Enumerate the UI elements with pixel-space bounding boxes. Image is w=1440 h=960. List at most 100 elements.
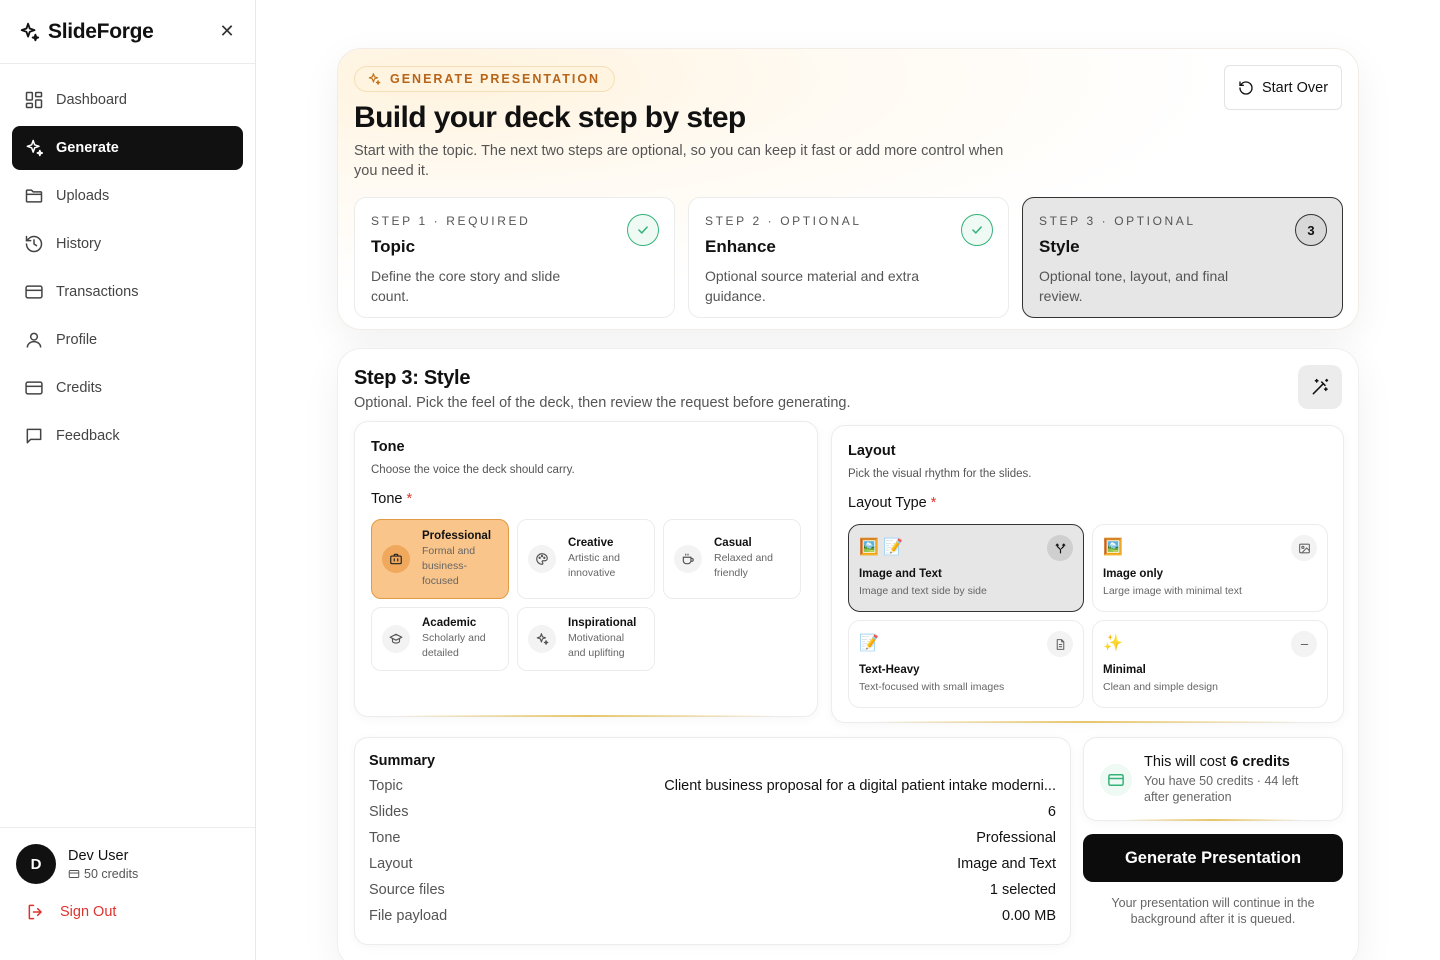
step-desc: Optional tone, layout, and final review. (1039, 268, 1229, 304)
sign-out-button[interactable]: Sign Out (16, 902, 239, 922)
step-card-style[interactable]: STEP 3 · OPTIONAL Style Optional tone, l… (1022, 197, 1343, 318)
card-accent-line (1124, 819, 1302, 821)
layout-option-title: Image and Text (859, 568, 942, 580)
tone-option-casual[interactable]: Casual Relaxed and friendly (663, 519, 801, 599)
sidebar-footer: D Dev User 50 credits Sign Out (0, 827, 255, 960)
layout-option-image-only[interactable]: 🖼️ Image only Large image with minimal t… (1092, 524, 1328, 612)
card-accent-line (872, 721, 1303, 723)
credit-card-icon (1100, 764, 1132, 796)
briefcase-icon (382, 545, 410, 573)
sidebar-item-label: Uploads (56, 188, 110, 204)
credit-card-icon (68, 869, 80, 878)
credit-card-icon (25, 381, 43, 395)
tone-heading: Tone (371, 439, 405, 455)
palette-icon (528, 545, 556, 573)
step-heading: Step 3: Style (354, 367, 471, 389)
sidebar-item-label: Credits (56, 380, 102, 396)
layout-card: Layout Pick the visual rhythm for the sl… (831, 425, 1344, 723)
sidebar-item-label: Feedback (56, 428, 120, 444)
sidebar-item-profile[interactable]: Profile (12, 318, 243, 362)
tone-option-professional[interactable]: Professional Formal and business-focused (371, 519, 509, 599)
layout-option-minimal[interactable]: ✨ Minimal Clean and simple design (1092, 620, 1328, 708)
auto-style-button[interactable] (1298, 365, 1342, 409)
sidebar-item-history[interactable]: History (12, 222, 243, 266)
user-card: D Dev User 50 credits (16, 844, 239, 884)
image-icon (1291, 535, 1317, 561)
step-desc: Define the core story and slide count. (371, 268, 561, 304)
tone-option-inspirational[interactable]: Inspirational Motivational and uplifting (517, 607, 655, 671)
sign-out-label: Sign Out (60, 904, 117, 920)
summary-row-slides: Slides 6 (369, 804, 1056, 820)
check-icon (961, 214, 993, 246)
sidebar-item-uploads[interactable]: Uploads (12, 174, 243, 218)
layout-option-image-and-text[interactable]: 🖼️ 📝 Image and Text Image and text side … (848, 524, 1084, 612)
sparkles-icon (528, 625, 556, 653)
page-title: Build your deck step by step (354, 101, 746, 134)
layout-emoji: ✨ (1103, 635, 1123, 652)
sparkles-icon (368, 73, 381, 85)
magic-wand-icon (1312, 378, 1329, 395)
step-desc: Optional source material and extra guida… (705, 268, 919, 304)
cost-subtitle: You have 50 credits · 44 left after gene… (1144, 774, 1299, 804)
sidebar-item-generate[interactable]: Generate (12, 126, 243, 170)
tone-field-label: Tone * (371, 491, 413, 507)
cost-amount: 6 credits (1230, 754, 1290, 770)
tone-option-academic[interactable]: Academic Scholarly and detailed (371, 607, 509, 671)
sidebar-item-dashboard[interactable]: Dashboard (12, 78, 243, 122)
layout-option-desc: Image and text side by side (859, 585, 987, 597)
layout-option-title: Text-Heavy (859, 664, 920, 676)
folder-icon (25, 189, 43, 203)
user-credits: 50 credits (68, 867, 138, 881)
step-title: Topic (371, 237, 416, 256)
check-icon (627, 214, 659, 246)
tone-option-desc: Artistic and innovative (568, 552, 620, 579)
close-sidebar-icon[interactable]: ✕ (217, 21, 237, 42)
hero-panel: GENERATE PRESENTATION Build your deck st… (337, 48, 1359, 330)
cost-card: This will cost 6 credits You have 50 cre… (1083, 737, 1343, 821)
tone-option-desc: Motivational and uplifting (568, 632, 625, 659)
layout-option-text-heavy[interactable]: 📝 Text-Heavy Text-focused with small ima… (848, 620, 1084, 708)
start-over-button[interactable]: Start Over (1224, 65, 1342, 110)
summary-card: Summary Topic Client business proposal fo… (354, 737, 1071, 945)
layout-emoji: 🖼️ (1103, 539, 1123, 556)
sidebar-item-transactions[interactable]: Transactions (12, 270, 243, 314)
layout-field-label: Layout Type * (848, 495, 937, 511)
tone-option-creative[interactable]: Creative Artistic and innovative (517, 519, 655, 599)
step-kicker: STEP 2 · OPTIONAL (705, 214, 862, 228)
user-icon (26, 332, 42, 348)
generate-presentation-button[interactable]: Generate Presentation (1083, 834, 1343, 882)
tone-card: Tone Choose the voice the deck should ca… (354, 421, 818, 717)
step-card-topic[interactable]: STEP 1 · REQUIRED Topic Define the core … (354, 197, 675, 318)
summary-row-source-files: Source files 1 selected (369, 882, 1056, 898)
sidebar-item-credits[interactable]: Credits (12, 366, 243, 410)
sidebar: SlideForge ✕ Dashboard Generate Uploads … (0, 0, 256, 960)
sidebar-item-label: Dashboard (56, 92, 127, 108)
layout-emoji: 📝 (859, 635, 879, 652)
tone-option-title: Casual (714, 537, 752, 549)
sidebar-item-feedback[interactable]: Feedback (12, 414, 243, 458)
layout-option-title: Minimal (1103, 664, 1146, 676)
tone-option-desc: Scholarly and detailed (422, 632, 486, 659)
step-card-enhance[interactable]: STEP 2 · OPTIONAL Enhance Optional sourc… (688, 197, 1009, 318)
tone-option-title: Inspirational (568, 617, 637, 629)
layout-option-title: Image only (1103, 568, 1164, 580)
summary-row-layout: Layout Image and Text (369, 856, 1056, 872)
step-title: Style (1039, 237, 1080, 256)
avatar: D (16, 844, 56, 884)
user-credits-label: 50 credits (84, 866, 139, 881)
sidebar-item-label: Transactions (56, 284, 139, 300)
generate-note: Your presentation will continue in the b… (1111, 896, 1315, 926)
user-name: Dev User (68, 847, 129, 864)
sidebar-nav: Dashboard Generate Uploads History Trans… (0, 64, 255, 476)
cost-title: This will cost 6 credits (1144, 754, 1290, 770)
minus-icon (1291, 631, 1317, 657)
summary-heading: Summary (369, 753, 436, 769)
dashboard-icon (25, 91, 43, 109)
log-out-icon (28, 904, 42, 920)
step-subheading: Optional. Pick the feel of the deck, the… (354, 395, 851, 411)
step-kicker: STEP 3 · OPTIONAL (1039, 214, 1196, 228)
required-mark: * (406, 491, 413, 507)
sidebar-item-label: Profile (56, 332, 98, 348)
summary-row-file-payload: File payload 0.00 MB (369, 908, 1056, 924)
start-over-label: Start Over (1261, 79, 1329, 96)
